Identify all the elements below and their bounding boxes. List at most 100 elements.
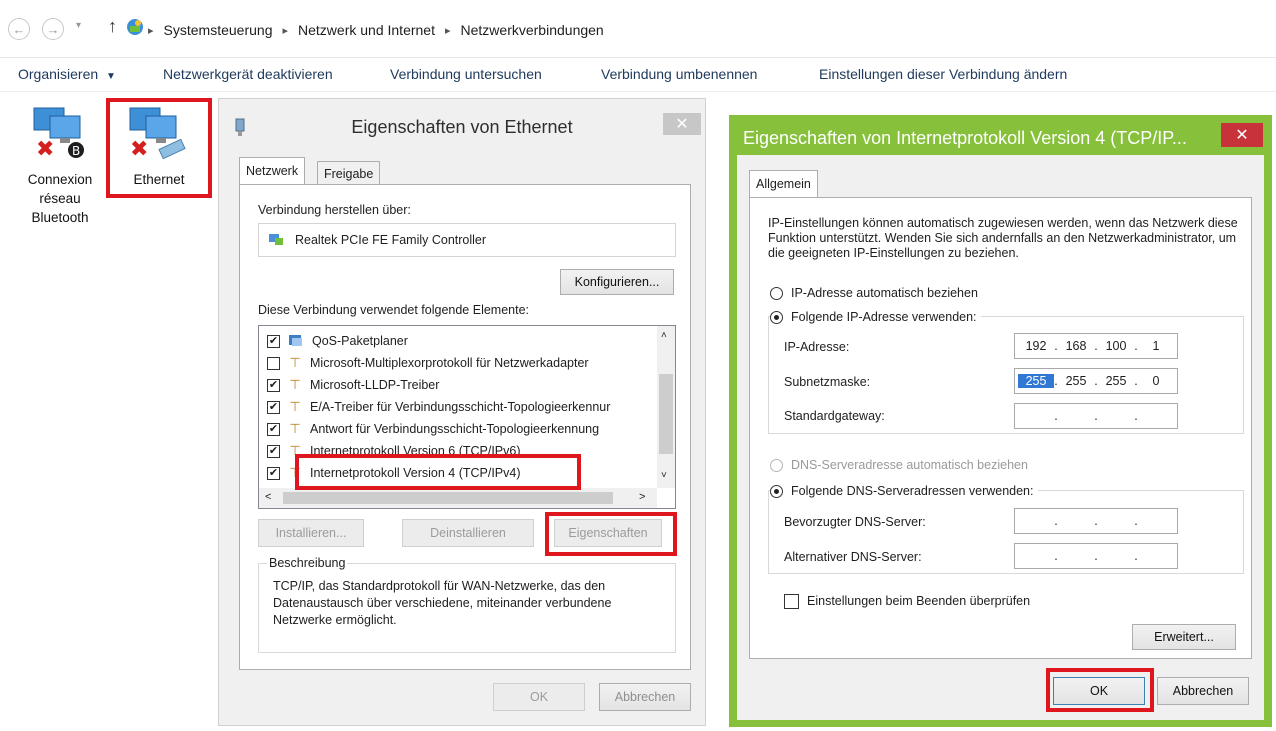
item-label: QoS-Paketplaner (312, 334, 408, 348)
item-label: Microsoft-LLDP-Treiber (310, 378, 440, 392)
description-group: Beschreibung TCP/IP, das Standardprotoko… (258, 556, 676, 653)
ip-manual-option[interactable]: Folgende IP-Adresse verwenden: (770, 306, 981, 328)
protocol-icon: ⊤ (289, 355, 301, 370)
breadcrumb-network-connections[interactable]: Netzwerkverbindungen (461, 22, 604, 38)
protocol-icon: ⊤ (289, 421, 301, 436)
network-adapter-icon (267, 230, 285, 251)
scrollbar-thumb[interactable] (283, 492, 613, 504)
horizontal-scrollbar[interactable]: < > (259, 488, 657, 508)
qos-icon (288, 333, 304, 350)
breadcrumb-control-panel[interactable]: Systemsteuerung (164, 22, 273, 38)
radio-unselected[interactable] (770, 286, 783, 300)
connection-bluetooth[interactable]: ✖ B Connexion réseau Bluetooth (16, 104, 104, 232)
alternate-dns-field[interactable]: ... (1014, 543, 1178, 569)
list-item[interactable]: ✔ ⊤ Antwort für Verbindungsschicht-Topol… (267, 418, 599, 440)
ip-address-label: IP-Adresse: (784, 340, 850, 354)
elements-label: Diese Verbindung verwendet folgende Elem… (258, 303, 530, 317)
option-label: Einstellungen beim Beenden überprüfen (807, 594, 1031, 608)
radio-selected[interactable] (770, 310, 783, 324)
checkbox-unchecked[interactable] (784, 593, 799, 609)
adapter-field: Realtek PCIe FE Family Controller (258, 223, 676, 257)
octet: 255 (1065, 374, 1087, 388)
chevron-right-icon[interactable]: > (639, 491, 645, 503)
octet: 1 (1152, 339, 1160, 353)
chevron-right-icon: ▸ (444, 24, 451, 37)
rename-button[interactable]: Verbindung umbenennen (601, 66, 757, 82)
dialog-title: Eigenschaften von Internetprotokoll Vers… (743, 128, 1187, 148)
label-line: Connexion (27, 172, 93, 187)
command-bar: Organisieren ▼ Netzwerkgerät deaktiviere… (0, 58, 1276, 92)
recent-dropdown-icon[interactable]: ▾ (76, 20, 81, 31)
preferred-dns-label: Bevorzugter DNS-Server: (784, 515, 926, 529)
checkbox-unchecked[interactable] (267, 356, 280, 370)
octet: 100 (1105, 339, 1127, 353)
close-icon[interactable]: ✕ (1221, 123, 1263, 147)
chevron-down-icon: ▼ (106, 71, 116, 82)
list-item[interactable]: ✔ ⊤ E/A-Treiber für Verbindungsschicht-T… (267, 396, 610, 418)
breadcrumb-network-internet[interactable]: Netzwerk und Internet (298, 22, 435, 38)
back-icon[interactable]: ← (8, 18, 30, 40)
ok-button[interactable]: OK (493, 683, 585, 711)
ip-address-field[interactable]: 192. 168. 100. 1 (1014, 333, 1178, 359)
tab-network[interactable]: Netzwerk (239, 157, 306, 184)
connection-ethernet[interactable]: ✖ Ethernet (112, 104, 206, 192)
checkbox-checked[interactable]: ✔ (267, 444, 280, 458)
chevron-right-icon: ▸ (148, 24, 154, 37)
organize-label: Organisieren (18, 66, 99, 82)
forward-icon[interactable]: → (42, 18, 64, 40)
ip-auto-option[interactable]: IP-Adresse automatisch beziehen (770, 282, 978, 304)
option-label: DNS-Serveradresse automatisch beziehen (791, 458, 1028, 472)
list-item[interactable]: ⊤ Microsoft-Multiplexorprotokoll für Net… (267, 352, 589, 374)
adapter-name: Realtek PCIe FE Family Controller (295, 233, 487, 247)
gateway-field[interactable]: ... (1014, 403, 1178, 429)
configure-button[interactable]: Konfigurieren... (560, 269, 674, 295)
chevron-left-icon[interactable]: < (265, 491, 271, 503)
label-line: réseau (39, 191, 81, 206)
scrollbar-thumb[interactable] (659, 374, 673, 454)
vertical-scrollbar[interactable]: ˄ ˅ (657, 326, 675, 488)
diagnose-button[interactable]: Verbindung untersuchen (390, 66, 542, 82)
tab-general[interactable]: Allgemein (749, 170, 818, 197)
chevron-up-icon[interactable]: ˄ (661, 330, 667, 341)
disable-device-button[interactable]: Netzwerkgerät deaktivieren (163, 66, 333, 82)
octet: 192 (1025, 339, 1047, 353)
organize-menu[interactable]: Organisieren ▼ (18, 66, 116, 82)
checkbox-checked[interactable]: ✔ (267, 400, 280, 414)
checkbox-checked[interactable]: ✔ (267, 378, 280, 392)
item-label: E/A-Treiber für Verbindungsschicht-Topol… (310, 400, 611, 414)
close-icon[interactable]: ✕ (663, 113, 701, 135)
list-item[interactable]: ✔ QoS-Paketplaner (267, 330, 408, 352)
svg-text:✖: ✖ (36, 137, 54, 160)
change-settings-button[interactable]: Einstellungen dieser Verbindung ändern (819, 66, 1067, 82)
uninstall-button[interactable]: Deinstallieren (402, 519, 534, 547)
subnet-mask-field[interactable]: 255. 255. 255. 0 (1014, 368, 1178, 394)
address-bar: ← → ▾ ↑ ▸ Systemsteuerung ▸ Netzwerk und… (0, 0, 1276, 58)
checkbox-checked[interactable]: ✔ (267, 334, 280, 348)
validate-option[interactable]: Einstellungen beim Beenden überprüfen (784, 590, 1030, 612)
dns-manual-option[interactable]: Folgende DNS-Serveradressen verwenden: (770, 480, 1038, 502)
svg-text:B: B (72, 144, 80, 158)
description-label: Beschreibung (267, 556, 348, 570)
svg-text:✖: ✖ (130, 137, 148, 160)
radio-disabled[interactable] (770, 458, 783, 472)
cancel-button[interactable]: Abbrechen (599, 683, 691, 711)
install-button[interactable]: Installieren... (258, 519, 364, 547)
option-label: Folgende IP-Adresse verwenden: (791, 310, 977, 324)
tab-sharing[interactable]: Freigabe (317, 161, 381, 185)
preferred-dns-field[interactable]: ... (1014, 508, 1178, 534)
octet-selected: 255 (1018, 374, 1054, 388)
checkbox-checked[interactable]: ✔ (267, 466, 280, 480)
dns-auto-option[interactable]: DNS-Serveradresse automatisch beziehen (770, 454, 1028, 476)
control-panel-icon (126, 18, 144, 36)
checkbox-checked[interactable]: ✔ (267, 422, 280, 436)
cancel-button[interactable]: Abbrechen (1157, 677, 1249, 705)
octet: 255 (1105, 374, 1127, 388)
list-item[interactable]: ✔ ⊤ Microsoft-LLDP-Treiber (267, 374, 439, 396)
radio-selected[interactable] (770, 484, 783, 498)
up-icon[interactable]: ↑ (108, 16, 117, 37)
general-tab-panel: IP-Einstellungen können automatisch zuge… (749, 197, 1252, 659)
chevron-down-icon[interactable]: ˅ (661, 470, 667, 481)
highlight-box-properties (545, 512, 677, 556)
item-label: Antwort für Verbindungsschicht-Topologie… (310, 422, 600, 436)
advanced-button[interactable]: Erweitert... (1132, 624, 1236, 650)
